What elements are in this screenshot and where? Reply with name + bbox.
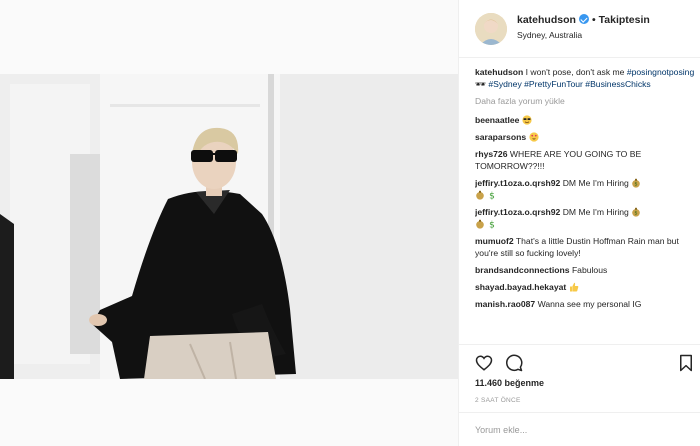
following-button[interactable]: Takiptesin bbox=[599, 14, 650, 26]
comment-bubble-icon bbox=[506, 354, 523, 372]
dollar-sign-icon: $ bbox=[490, 192, 496, 200]
sunglasses-emoji: 🕶 bbox=[475, 79, 486, 89]
comment-username[interactable]: mumuof2 bbox=[475, 236, 514, 246]
comment-username[interactable]: saraparsons bbox=[475, 132, 526, 142]
heart-icon bbox=[475, 355, 493, 371]
action-bar bbox=[459, 344, 700, 380]
comment-button[interactable] bbox=[505, 354, 523, 372]
post-sidebar: katehudson • Takiptesin Sydney, Australia … bbox=[458, 0, 700, 446]
bookmark-icon bbox=[680, 354, 692, 372]
photo-image bbox=[0, 74, 458, 379]
comment-item: beenaatlee bbox=[475, 114, 697, 126]
dollar-sign-icon: $ bbox=[490, 221, 496, 229]
sunglasses-face-icon bbox=[522, 115, 532, 125]
caption-text: I won't pose, don't ask me bbox=[523, 67, 627, 77]
avatar-image bbox=[475, 13, 507, 45]
comment-username[interactable]: manish.rao087 bbox=[475, 299, 535, 309]
money-bag-icon bbox=[476, 219, 484, 229]
load-more-comments-button[interactable]: Daha fazla yorum yükle bbox=[475, 95, 697, 107]
caption: katehudson I won't pose, don't ask me #p… bbox=[475, 66, 697, 90]
svg-text:$: $ bbox=[490, 192, 496, 200]
comment-item: manish.rao087 Wanna see my personal IG bbox=[475, 298, 697, 310]
comment-item: rhys726 WHERE ARE YOU GOING TO BE TOMORR… bbox=[475, 148, 697, 172]
comment-item: mumuof2 That's a little Dustin Hoffman R… bbox=[475, 235, 697, 259]
separator-dot: • bbox=[591, 14, 596, 26]
comment-username[interactable]: rhys726 bbox=[475, 149, 508, 159]
verified-badge-icon bbox=[578, 14, 589, 24]
comment-item: shayad.bayad.hekayat bbox=[475, 281, 697, 293]
svg-text:$: $ bbox=[635, 182, 638, 188]
header-user-line: katehudson • Takiptesin bbox=[517, 14, 650, 26]
comment-text: DM Me I'm Hiring bbox=[562, 207, 629, 217]
money-bag-icon bbox=[476, 190, 484, 200]
post-photo[interactable] bbox=[0, 74, 458, 379]
comment-item: jeffiry.t1oza.o.qrsh92 DM Me I'm Hiring … bbox=[475, 206, 697, 230]
post-timestamp[interactable]: 2 SAAT ÖNCE bbox=[475, 397, 521, 404]
comment-username[interactable]: brandsandconnections bbox=[475, 265, 570, 275]
comment-username[interactable]: shayad.bayad.hekayat bbox=[475, 282, 566, 292]
like-button[interactable] bbox=[475, 354, 493, 372]
comment-username[interactable]: jeffiry.t1oza.o.qrsh92 bbox=[475, 207, 560, 217]
heart-eyes-face-icon bbox=[528, 132, 539, 142]
svg-text:$: $ bbox=[490, 221, 496, 229]
likes-count[interactable]: 11.460 beğenme bbox=[475, 378, 544, 388]
caption-username[interactable]: katehudson bbox=[475, 67, 523, 77]
comment-username[interactable]: jeffiry.t1oza.o.qrsh92 bbox=[475, 178, 560, 188]
comment-text: DM Me I'm Hiring bbox=[562, 178, 629, 188]
comment-item: jeffiry.t1oza.o.qrsh92 DM Me I'm Hiring … bbox=[475, 177, 697, 201]
hashtag-link[interactable]: #PrettyFunTour bbox=[524, 79, 583, 89]
comment-username[interactable]: beenaatlee bbox=[475, 115, 519, 125]
svg-text:$: $ bbox=[635, 211, 638, 217]
avatar[interactable] bbox=[475, 13, 507, 45]
instagram-post: katehudson • Takiptesin Sydney, Australia … bbox=[0, 0, 700, 446]
location-link[interactable]: Sydney, Australia bbox=[517, 30, 582, 40]
comment-item: saraparsons bbox=[475, 131, 697, 143]
thumbs-up-icon bbox=[569, 282, 578, 292]
comments-list[interactable]: katehudson I won't pose, don't ask me #p… bbox=[475, 66, 697, 344]
hashtag-link[interactable]: #Sydney bbox=[488, 79, 521, 89]
comment-text: Wanna see my personal IG bbox=[537, 299, 642, 309]
header-username[interactable]: katehudson bbox=[517, 14, 576, 26]
comment-item: brandsandconnections Fabulous bbox=[475, 264, 697, 276]
post-header: katehudson • Takiptesin Sydney, Australia bbox=[459, 0, 700, 58]
save-button[interactable] bbox=[677, 354, 695, 372]
money-bag-icon: $ bbox=[632, 207, 641, 217]
comment-input[interactable] bbox=[475, 422, 675, 438]
hashtag-link[interactable]: #BusinessChicks bbox=[585, 79, 650, 89]
money-bag-icon: $ bbox=[632, 178, 641, 188]
hashtag-link[interactable]: #posingnotposing bbox=[627, 67, 694, 77]
add-comment-bar bbox=[459, 412, 700, 446]
comment-text: Fabulous bbox=[571, 265, 608, 275]
